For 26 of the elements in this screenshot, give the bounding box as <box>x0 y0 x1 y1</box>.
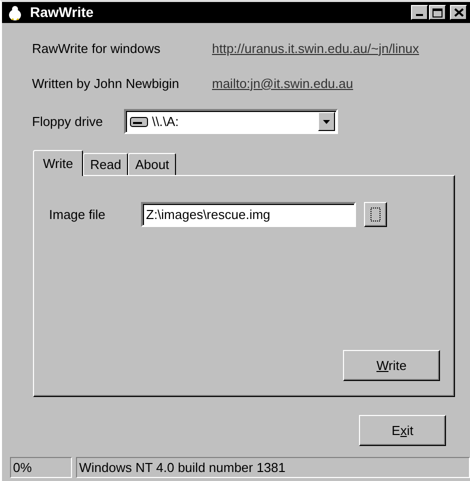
window-title: RawWrite <box>30 4 94 21</box>
image-file-field[interactable]: Z:\images\rescue.img <box>141 202 356 227</box>
status-message: Windows NT 4.0 build number 1381 <box>76 457 470 478</box>
info-label: RawWrite for windows <box>32 40 162 56</box>
close-icon <box>454 8 464 17</box>
minimize-button[interactable] <box>411 5 428 20</box>
caret-icon <box>323 120 330 124</box>
link[interactable]: http://uranus.it.swin.edu.au/~jn/linux <box>212 40 420 56</box>
floppy-drive-dropdown[interactable]: \\.\A: <box>124 109 338 134</box>
tab[interactable]: Write <box>33 150 84 176</box>
write-button[interactable]: Write <box>343 350 440 381</box>
info-label: Written by John Newbigin <box>32 76 180 92</box>
floppy-drive-label: Floppy drive <box>32 114 104 130</box>
drive-icon <box>130 116 148 126</box>
dotted-rectangle-icon <box>370 207 381 222</box>
maximize-button[interactable] <box>429 5 446 20</box>
browse-button[interactable] <box>364 202 387 227</box>
image-file-label: Image file <box>49 206 106 222</box>
maximize-icon <box>432 8 443 18</box>
exit-button[interactable]: Exit <box>359 415 446 446</box>
tab[interactable]: About <box>128 153 176 175</box>
penguin-icon <box>8 4 22 20</box>
progress-text: 0% <box>10 457 72 478</box>
close-button[interactable] <box>450 5 467 20</box>
tab[interactable]: Read <box>83 153 128 175</box>
link[interactable]: mailto:jn@it.swin.edu.au <box>212 76 354 92</box>
